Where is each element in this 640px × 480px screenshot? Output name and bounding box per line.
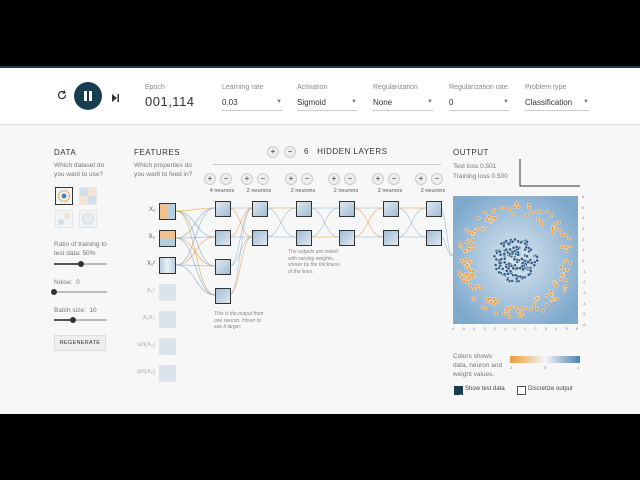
x-axis-tick: 0 xyxy=(513,326,516,331)
weight-link[interactable] xyxy=(175,236,216,266)
y-axis-tick: 1 xyxy=(582,247,585,253)
hidden-neuron[interactable] xyxy=(296,230,312,246)
weight-link[interactable] xyxy=(352,207,384,238)
x-axis-tick: 2 xyxy=(534,326,537,331)
x-axis-tick: -2 xyxy=(492,326,497,331)
y-axis-tick: -6 xyxy=(582,322,586,327)
y-axis-tick: 3 xyxy=(582,226,585,231)
layer-neuron-count: 4 neurons xyxy=(209,188,235,194)
weight-link[interactable] xyxy=(175,237,216,267)
y-axis-tick: 2 xyxy=(582,236,585,242)
hidden-neuron[interactable] xyxy=(383,230,399,246)
x-axis-tick: 1 xyxy=(523,326,527,331)
remove-neuron-button[interactable]: − xyxy=(431,173,443,185)
hidden-neuron[interactable] xyxy=(215,259,231,275)
color-legend xyxy=(510,356,580,363)
x-axis-tick: -3 xyxy=(482,326,486,331)
show-test-data-label: Show test data xyxy=(465,386,505,392)
y-axis-tick: 0 xyxy=(582,258,585,263)
y-axis-tick: -4 xyxy=(582,300,586,306)
hidden-neuron[interactable] xyxy=(339,230,355,246)
output-heatmap[interactable] xyxy=(453,196,578,324)
add-neuron-button[interactable]: + xyxy=(328,173,340,185)
output-title: OUTPUT xyxy=(453,148,489,157)
y-axis-tick: 6 xyxy=(582,194,585,199)
x-axis-tick: 4 xyxy=(555,326,558,331)
y-axis-tick: 5 xyxy=(582,204,585,210)
hidden-neuron[interactable] xyxy=(215,230,231,246)
test-loss: Test loss 0.501 xyxy=(453,163,497,170)
add-neuron-button[interactable]: + xyxy=(372,173,384,185)
layer-neuron-count: 2 neurons xyxy=(246,188,272,194)
discretize-label: Discretize output xyxy=(528,386,573,392)
weights-note: The outputs are mixed with varying weigh… xyxy=(288,249,340,275)
legend-tick-zero: 0 xyxy=(544,365,547,370)
playground-app: Epoch 001,114 Learning rate 0.03 ▼ Activ… xyxy=(0,66,640,414)
layer-neuron-count: 2 neurons xyxy=(333,188,359,194)
discretize-checkbox[interactable] xyxy=(517,386,526,395)
remove-neuron-button[interactable]: − xyxy=(344,173,356,185)
layer-neuron-count: 2 neurons xyxy=(377,188,403,194)
weight-link[interactable] xyxy=(309,207,340,238)
weight-link[interactable] xyxy=(175,207,216,212)
x-axis-tick: -1 xyxy=(503,326,507,331)
add-neuron-button[interactable]: + xyxy=(285,173,297,185)
add-neuron-button[interactable]: + xyxy=(415,173,427,185)
x-axis-tick: 6 xyxy=(576,326,579,331)
hidden-neuron[interactable] xyxy=(252,201,268,217)
legend-tick-pos: 1 xyxy=(577,365,580,370)
hidden-neuron[interactable] xyxy=(339,201,355,217)
remove-neuron-button[interactable]: − xyxy=(257,173,269,185)
x-axis-tick: 5 xyxy=(565,326,568,331)
y-axis-tick: -1 xyxy=(582,268,586,274)
remove-neuron-button[interactable]: − xyxy=(301,173,313,185)
y-axis-tick: -5 xyxy=(582,311,586,317)
hidden-neuron[interactable] xyxy=(215,288,231,304)
y-axis-tick: -3 xyxy=(582,290,586,295)
weight-link[interactable] xyxy=(175,237,216,296)
loss-chart xyxy=(519,159,580,187)
remove-neuron-button[interactable]: − xyxy=(220,173,232,185)
x-axis-tick: -5 xyxy=(461,326,465,331)
add-neuron-button[interactable]: + xyxy=(204,173,216,185)
x-axis-tick: -6 xyxy=(451,326,455,331)
remove-neuron-button[interactable]: − xyxy=(388,173,400,185)
hidden-neuron[interactable] xyxy=(426,201,442,217)
x-axis-tick: -4 xyxy=(471,326,476,331)
weight-link[interactable] xyxy=(265,207,297,238)
hidden-neuron[interactable] xyxy=(296,201,312,217)
weight-link[interactable] xyxy=(175,210,216,267)
legend-tick-neg: -1 xyxy=(509,365,513,370)
hidden-neuron[interactable] xyxy=(252,230,268,246)
training-loss: Training loss 0.500 xyxy=(453,173,508,180)
hidden-neuron[interactable] xyxy=(383,201,399,217)
legend-text: Colors shows data, neuron and weight val… xyxy=(453,353,503,378)
weight-link[interactable] xyxy=(228,207,253,296)
x-axis-tick: 3 xyxy=(544,326,547,331)
add-neuron-button[interactable]: + xyxy=(241,173,253,185)
weight-link[interactable] xyxy=(228,236,253,296)
y-axis-tick: -2 xyxy=(582,279,586,285)
hidden-neuron[interactable] xyxy=(426,230,442,246)
weight-link[interactable] xyxy=(396,207,427,238)
y-axis-tick: 4 xyxy=(582,215,585,221)
layer-neuron-count: 2 neurons xyxy=(420,188,446,194)
show-test-data-checkbox[interactable] xyxy=(454,386,463,400)
weight-link[interactable] xyxy=(175,264,216,296)
layer-neuron-count: 2 neurons xyxy=(290,188,316,194)
weight-link[interactable] xyxy=(175,210,216,238)
neuron-note: This is the output from one neuron. Hove… xyxy=(214,311,264,330)
weight-link[interactable] xyxy=(228,207,253,238)
hidden-neuron[interactable] xyxy=(215,201,231,217)
